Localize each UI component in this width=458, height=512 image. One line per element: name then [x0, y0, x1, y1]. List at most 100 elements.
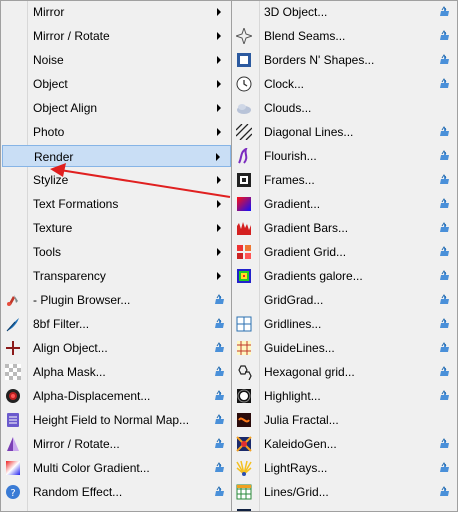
menu-item-tools[interactable]: Tools [2, 241, 231, 263]
menu-item-label: Julia Fractal... [264, 413, 339, 427]
plugin-icon [439, 270, 450, 281]
menu-item-label: Gridlines... [264, 317, 322, 331]
borders-shapes-icon [236, 52, 252, 68]
plugin-icon [439, 150, 450, 161]
menu-item-random-effect[interactable]: ? Random Effect... [2, 481, 231, 503]
plugin-icon [214, 294, 225, 305]
menu-item-mirror-rotate[interactable]: Mirror / Rotate [2, 25, 231, 47]
menu-item-clouds[interactable]: Clouds... [233, 97, 456, 119]
menu-item-gradient-grid[interactable]: Gradient Grid... [233, 241, 456, 263]
menu-item-plugin-browser[interactable]: - Plugin Browser... [2, 289, 231, 311]
menu-item-flourish[interactable]: Flourish... [233, 145, 456, 167]
menu-item-label: Align Object... [33, 341, 108, 355]
menu-item-transparency[interactable]: Transparency [2, 265, 231, 287]
menu-item-3d-object[interactable]: 3D Object... [233, 1, 456, 23]
menu-item-gridlines[interactable]: Gridlines... [233, 313, 456, 335]
plugin-icon [439, 222, 450, 233]
menu-item-label: Alpha-Displacement... [33, 389, 151, 403]
menu-item-label: Blend Seams... [264, 29, 346, 43]
effects-menu: Mirror Mirror / Rotate Noise Object Object A… [0, 0, 233, 512]
menu-item-blend-seams[interactable]: Blend Seams... [233, 25, 456, 47]
gradient-bars-icon [236, 220, 252, 236]
lightrays-icon [236, 460, 252, 476]
julia-fractal-icon [236, 412, 252, 428]
gradients-galore-icon [236, 268, 252, 284]
menu-item-kaleidogen[interactable]: KaleidoGen... [233, 433, 456, 455]
menu-item-label: - Plugin Browser... [33, 293, 131, 307]
plugin-icon [439, 246, 450, 257]
plugin-icon [439, 486, 450, 497]
plugin-icon [439, 6, 450, 17]
menu-item-lines-grid[interactable]: Lines/Grid... [233, 481, 456, 503]
menu-item-gradient-bars[interactable]: Gradient Bars... [233, 217, 456, 239]
plugin-icon [214, 486, 225, 497]
menu-item-label: Flourish... [264, 149, 317, 163]
plugin-icon [439, 30, 450, 41]
displacement-icon [5, 388, 21, 404]
menu-item-label: Hexagonal grid... [264, 365, 355, 379]
menu-item-object[interactable]: Object [2, 73, 231, 95]
menu-item-mandelbrot-fractal[interactable]: Mandelbrot Fractal... [233, 505, 456, 511]
plugin-icon [439, 390, 450, 401]
menu-item-frames[interactable]: Frames... [233, 169, 456, 191]
mirror-rotate-icon [5, 436, 21, 452]
menu-item-gradient[interactable]: Gradient... [233, 193, 456, 215]
menu-item-label: Mandelbrot Fractal... [264, 505, 374, 511]
lines-grid-icon [236, 484, 252, 500]
menu-item-noise[interactable]: Noise [2, 49, 231, 71]
menu-item-render[interactable]: Render [2, 145, 231, 167]
menu-item-text-formations[interactable]: Text Formations [2, 193, 231, 215]
menu-item-hexagonal-grid[interactable]: Hexagonal grid... [233, 361, 456, 383]
menu-item-label: Object Align [33, 101, 98, 115]
menu-item-diagonal-lines[interactable]: Diagonal Lines... [233, 121, 456, 143]
menu-item-gradients-galore[interactable]: Gradients galore... [233, 265, 456, 287]
menu-item-highlight[interactable]: Highlight... [233, 385, 456, 407]
menu-item-gridgrad[interactable]: GridGrad... [233, 289, 456, 311]
frames-icon [236, 172, 252, 188]
menu-item-align-object[interactable]: Align Object... [2, 337, 231, 359]
plugin-icon [439, 126, 450, 137]
menu-item-label: Clock... [264, 77, 305, 91]
menu-item-label: Mirror / Rotate [33, 29, 110, 43]
menu-item-label: GridGrad... [264, 293, 324, 307]
menu-item-mirror-rotate[interactable]: Mirror / Rotate... [2, 433, 231, 455]
render-submenu: 3D Object... Blend Seams... Borders N' Sha… [231, 0, 458, 512]
menu-item-alpha-mask[interactable]: Alpha Mask... [2, 361, 231, 383]
menu-item-multi-color-gradient[interactable]: Multi Color Gradient... [2, 457, 231, 479]
menu-item-label: LightRays... [264, 461, 328, 475]
menu-item-label: KaleidoGen... [264, 437, 337, 451]
flourish-icon [236, 146, 252, 164]
menu-item-texture[interactable]: Texture [2, 217, 231, 239]
menu-item-label: Mirror [33, 5, 65, 19]
menu-item-lightrays[interactable]: LightRays... [233, 457, 456, 479]
menu-item-label: Render [34, 150, 74, 164]
submenu-arrow-icon [217, 56, 221, 64]
menu-item-label: Noise [33, 53, 64, 67]
plugin-icon [214, 438, 225, 449]
gridlines-icon [236, 316, 252, 332]
menu-item-label: Clouds... [264, 101, 312, 115]
menu-item-object-align[interactable]: Object Align [2, 97, 231, 119]
menu-item-label: Photo [33, 125, 65, 139]
menu-item-8bf-filter[interactable]: 8bf Filter... [2, 313, 231, 335]
plugin-icon [439, 342, 450, 353]
menu-item-label: Lines/Grid... [264, 485, 329, 499]
menu-item-label: Gradient Bars... [264, 221, 349, 235]
menu-item-label: Object [33, 77, 68, 91]
menu-item-guidelines[interactable]: GuideLines... [233, 337, 456, 359]
menu-item-label: 8bf Filter... [33, 317, 90, 331]
menu-item-photo[interactable]: Photo [2, 121, 231, 143]
menu-item-label: Transparency [33, 269, 106, 283]
menu-item-borders-n-shapes[interactable]: Borders N' Shapes... [233, 49, 456, 71]
menu-item-julia-fractal[interactable]: Julia Fractal... [233, 409, 456, 431]
menu-item-stylize[interactable]: Stylize [2, 169, 231, 191]
highlight-icon [236, 388, 252, 404]
menu-item-alpha-displacement[interactable]: Alpha-Displacement... [2, 385, 231, 407]
menu-item-clock[interactable]: Clock... [233, 73, 456, 95]
plugin-icon [214, 366, 225, 377]
menu-item-label: Multi Color Gradient... [33, 461, 150, 475]
menu-item-height-field-to-normal-map[interactable]: Height Field to Normal Map... [2, 409, 231, 431]
menu-item-label: Random Effect... [33, 485, 123, 499]
menu-item-mirror[interactable]: Mirror [2, 1, 231, 23]
plugin-icon [214, 462, 225, 473]
